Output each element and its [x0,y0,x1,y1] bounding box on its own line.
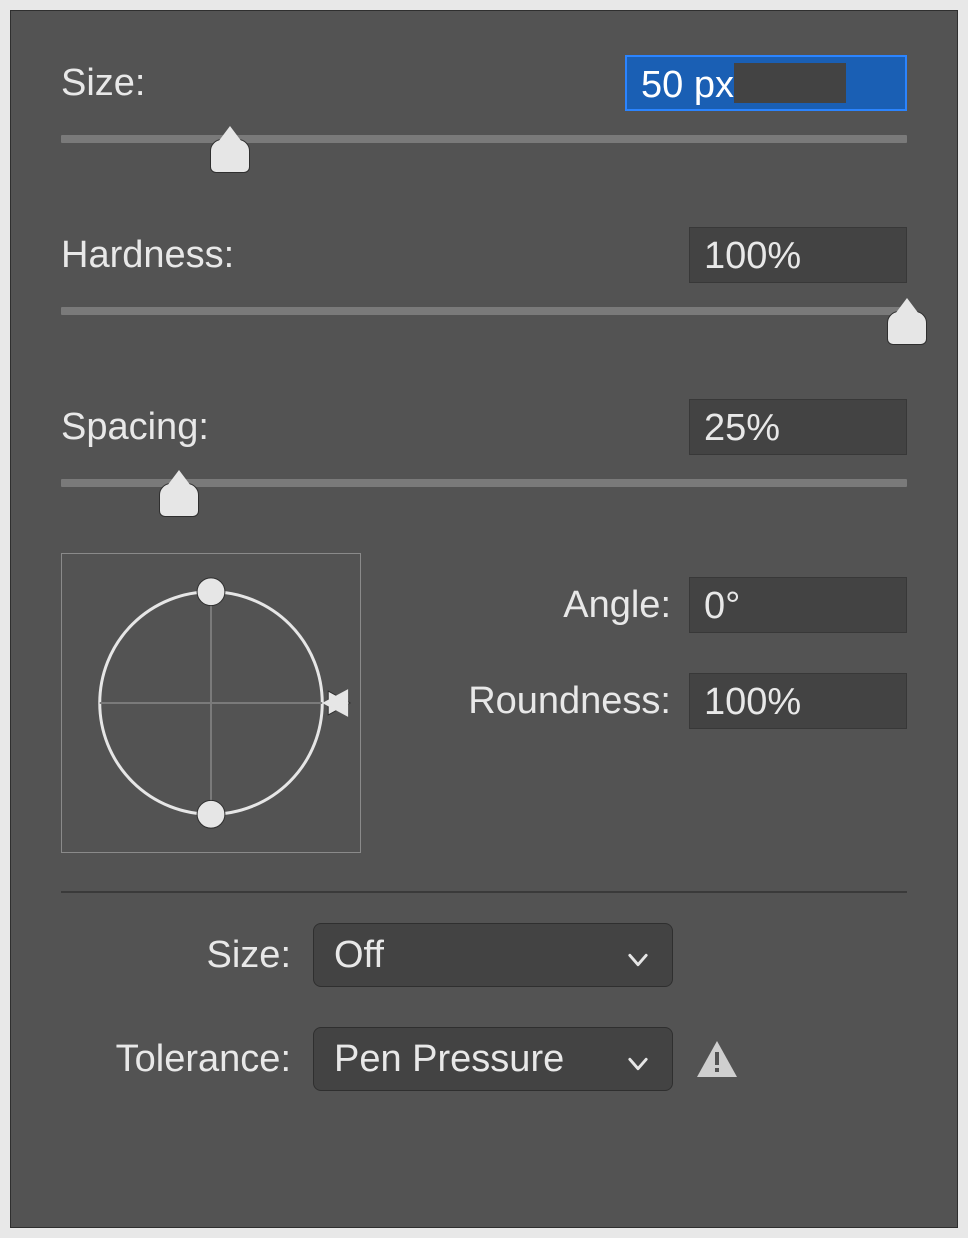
spacing-input[interactable]: 25% [689,399,907,455]
size-label: Size: [61,62,145,105]
angle-label: Angle: [563,584,671,627]
dynamics-tolerance-value: Pen Pressure [334,1038,564,1081]
hardness-row: Hardness: 100% [61,227,907,283]
roundness-row: Roundness: 100% [401,673,907,729]
divider [61,891,907,893]
dynamics-tolerance-label: Tolerance: [81,1038,291,1081]
spacing-label: Spacing: [61,406,209,449]
chevron-down-icon [624,1045,652,1073]
size-slider-thumb[interactable] [210,139,250,173]
hardness-label: Hardness: [61,234,234,277]
chevron-down-icon [624,941,652,969]
roundness-input[interactable]: 100% [689,673,907,729]
size-input[interactable]: 50 px [625,55,907,111]
spacing-slider-thumb[interactable] [159,483,199,517]
roundness-label: Roundness: [468,680,671,723]
angle-picker-graphic [62,554,360,852]
angle-roundness-picker[interactable] [61,553,361,853]
spacing-row: Spacing: 25% [61,399,907,455]
hardness-slider[interactable] [61,301,907,351]
angle-input[interactable]: 0° [689,577,907,633]
dynamics-size-row: Size: Off [81,923,907,987]
angle-row: Angle: 0° [401,577,907,633]
hardness-input[interactable]: 100% [689,227,907,283]
hardness-slider-thumb[interactable] [887,311,927,345]
brush-settings-panel: Size: 50 px Hardness: 100% Spacing: 25% [10,10,958,1228]
dynamics-size-label: Size: [81,934,291,977]
size-slider-track [61,135,907,143]
dynamics-tolerance-row: Tolerance: Pen Pressure [81,1027,907,1091]
size-row: Size: 50 px [61,55,907,111]
warning-icon [695,1037,739,1081]
size-slider[interactable] [61,129,907,179]
shape-area: Angle: 0° Roundness: 100% [61,553,907,853]
hardness-slider-track [61,307,907,315]
dynamics-size-dropdown[interactable]: Off [313,923,673,987]
dynamics-size-value: Off [334,934,384,977]
spacing-slider[interactable] [61,473,907,523]
dynamics-tolerance-dropdown[interactable]: Pen Pressure [313,1027,673,1091]
